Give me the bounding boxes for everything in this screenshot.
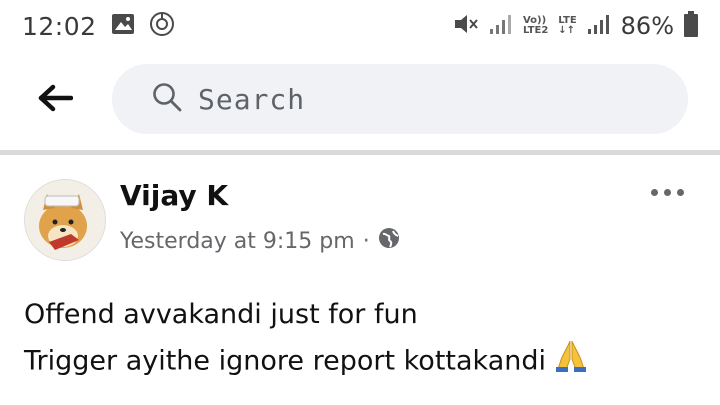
battery-icon (684, 11, 698, 41)
network-label-sim2: Vo)) LTE2 (523, 16, 548, 36)
more-horizontal-icon (651, 189, 658, 196)
search-header: Search (0, 52, 720, 148)
post-body: Offend avvakandi just for fun Trigger ay… (24, 293, 704, 387)
sync-icon (149, 11, 175, 41)
search-input[interactable]: Search (112, 64, 688, 134)
avatar[interactable] (24, 179, 106, 261)
post-text-line-2: Trigger ayithe ignore report kottakandi (24, 337, 704, 387)
lte2-label: LTE2 (522, 25, 549, 36)
globe-icon[interactable] (378, 227, 400, 255)
signal-icon (489, 13, 513, 39)
post-author-name[interactable]: Vijay K (120, 179, 228, 212)
arrow-left-icon (37, 84, 74, 116)
search-icon (152, 82, 182, 116)
post-text-line: Offend avvakandi just for fun (24, 299, 418, 330)
meta-separator: · (362, 228, 370, 254)
status-right: Vo)) LTE2 LTE ↓↑ 86% (453, 11, 698, 41)
network-label-sim1: LTE ↓↑ (558, 16, 576, 36)
post-card: Vijay K Yesterday at 9:15 pm · Offend av… (0, 155, 720, 405)
mute-icon (453, 12, 479, 40)
more-options-button[interactable] (651, 189, 684, 196)
data-arrows-icon: ↓↑ (558, 25, 576, 36)
search-placeholder: Search (198, 82, 306, 116)
status-bar: 12:02 Vo)) LTE2 LTE ↓↑ 86% (0, 0, 720, 52)
battery-percentage: 86% (620, 12, 674, 40)
status-clock: 12:02 (22, 11, 97, 41)
more-horizontal-icon (677, 189, 684, 196)
back-button[interactable] (30, 78, 80, 122)
post-meta: Yesterday at 9:15 pm · (120, 227, 400, 255)
more-horizontal-icon (664, 189, 671, 196)
image-icon (111, 13, 135, 39)
post-timestamp[interactable]: Yesterday at 9:15 pm (120, 229, 355, 254)
status-left: 12:02 (22, 11, 175, 41)
post-text-line: Trigger ayithe ignore report kottakandi (24, 345, 547, 377)
signal-icon (587, 13, 611, 39)
folded-hands-icon (554, 337, 588, 387)
